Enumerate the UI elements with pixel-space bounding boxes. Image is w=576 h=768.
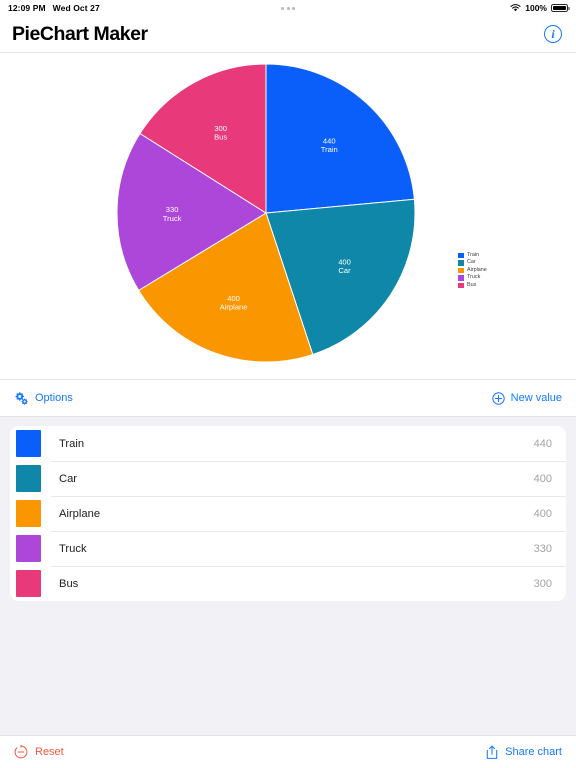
legend-label: Train [467,251,480,258]
legend-color-swatch [458,267,464,274]
status-date: Wed Oct 27 [52,3,100,13]
list-item-value: 400 [533,472,552,485]
reset-label: Reset [35,746,64,758]
list-item-label: Bus [59,577,79,590]
new-value-button[interactable]: New value [491,391,562,405]
navigation-bar: PieChart Maker i [0,16,576,53]
legend-item: Truck [458,274,487,282]
legend-item: Airplane [458,267,487,274]
color-swatch[interactable] [16,500,41,527]
legend-label: Bus [467,281,477,288]
chart-actions-bar: Options New value [0,380,576,417]
list-item[interactable]: Airplane 400 [10,496,566,531]
chart-area: 440 Train 400 Car 400 Airplane 330 Truck 300 Bus … [0,53,576,380]
pie-slice-label: 440 Train [321,137,338,155]
status-bar-left: 12:09 PM Wed Oct 27 [8,3,100,13]
legend-color-swatch [458,282,464,289]
color-swatch[interactable] [16,430,41,457]
legend-label: Truck [467,274,481,281]
share-chart-button[interactable]: Share chart [486,745,562,760]
legend-color-swatch [458,260,464,266]
values-list: Train 440 Car 400 Airplane 400 Truck 330 Bus 300 [10,426,566,601]
list-item-value: 300 [533,577,552,590]
minus-circle-icon [14,745,28,759]
gears-icon [14,391,29,405]
list-item-label: Airplane [59,507,101,520]
reset-button[interactable]: Reset [14,745,64,759]
battery-icon [551,4,570,12]
list-item-label: Car [59,472,78,485]
status-bar: 12:09 PM Wed Oct 27 100% [0,0,576,16]
options-label: Options [35,392,73,404]
list-item-value: 330 [533,542,552,555]
battery-percent-label: 100% [525,3,547,13]
legend-item: Train [458,252,487,259]
pie-slice-label: 400 Car [338,257,351,275]
share-upload-icon [486,745,498,760]
legend-label: Airplane [467,266,487,273]
legend-item: Car [458,259,487,267]
pie-slice-label: 300 Bus [214,124,227,142]
list-item[interactable]: Truck 330 [10,531,566,566]
list-item[interactable]: Train 440 [10,426,566,461]
legend-color-swatch [458,252,464,259]
status-bar-right: 100% [510,3,570,13]
list-item-label: Train [59,437,85,450]
legend-item: Bus [458,282,487,289]
info-circle-icon[interactable]: i [544,25,562,43]
list-item-label: Truck [59,542,87,555]
chart-legend: Train Car Airplane Truck Bus [458,252,487,289]
color-swatch[interactable] [16,570,41,597]
options-button[interactable]: Options [14,391,73,405]
legend-label: Car [467,259,476,266]
color-swatch[interactable] [16,465,41,492]
share-label: Share chart [505,746,562,758]
list-item-value: 400 [533,507,552,520]
wifi-icon [510,4,521,12]
bottom-toolbar: Reset Share chart [0,735,576,768]
plus-circle-icon [491,391,505,405]
pie-chart[interactable]: 440 Train 400 Car 400 Airplane 330 Truck 300 Bus [116,63,416,363]
pie-slice-train[interactable] [265,63,415,214]
new-value-label: New value [510,392,562,404]
list-item[interactable]: Car 400 [10,461,566,496]
values-list-container[interactable]: Train 440 Car 400 Airplane 400 Truck 330 Bus 300 [0,417,576,735]
app-window: 12:09 PM Wed Oct 27 100% PieChart Maker … [0,0,576,768]
color-swatch[interactable] [16,535,41,562]
list-item[interactable]: Bus 300 [10,566,566,601]
legend-color-swatch [458,275,464,281]
status-time: 12:09 PM [8,3,46,13]
page-title: PieChart Maker [12,22,148,45]
list-item-value: 440 [533,437,552,450]
